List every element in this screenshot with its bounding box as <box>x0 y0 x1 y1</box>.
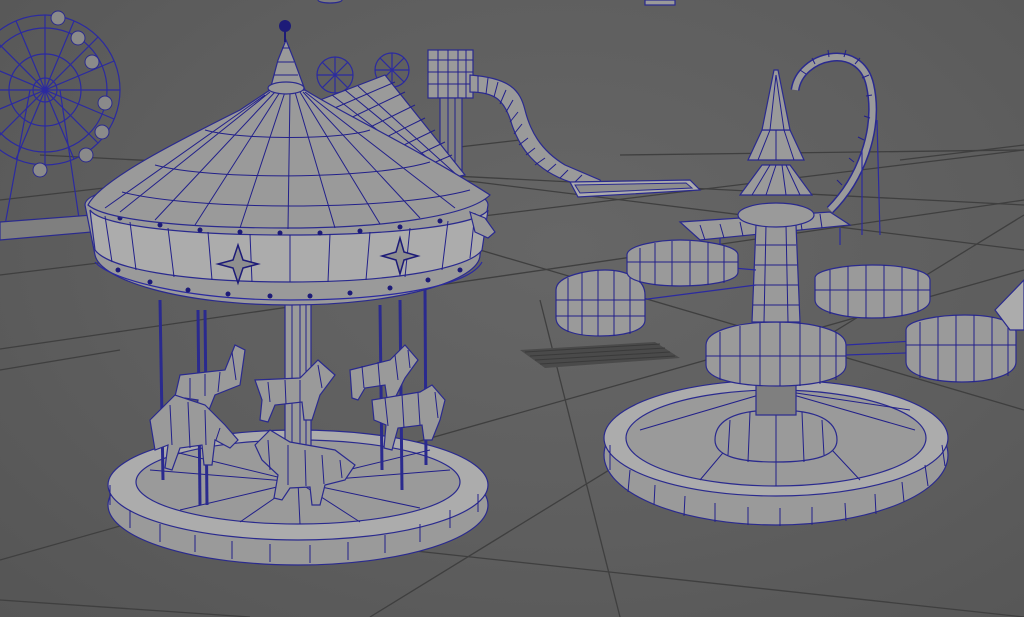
shadow-patch <box>520 342 680 368</box>
tea-cup-ride[interactable] <box>555 69 1024 526</box>
tea-cup-4[interactable] <box>905 314 1017 383</box>
spiral-slide[interactable] <box>427 49 702 198</box>
tea-cup-3[interactable] <box>814 264 931 319</box>
carousel[interactable] <box>84 20 496 566</box>
offscreen-object <box>644 0 676 6</box>
carousel-horse-4 <box>349 344 419 401</box>
maya-viewport[interactable] <box>0 0 1024 617</box>
offscreen-object-2 <box>317 0 343 4</box>
scene-canvas[interactable] <box>0 0 1024 617</box>
tea-cup-2[interactable] <box>626 239 739 287</box>
tea-cup-1[interactable] <box>555 269 646 337</box>
